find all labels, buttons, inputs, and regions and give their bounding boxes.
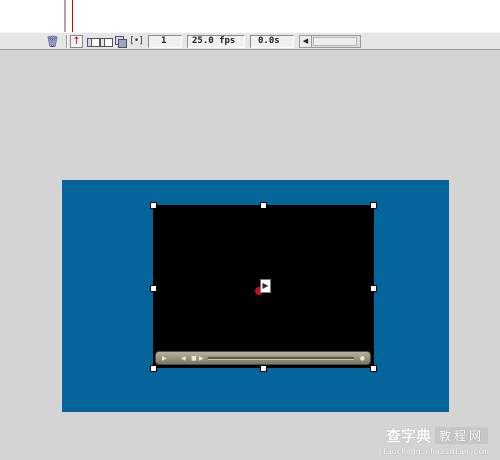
watermark: 查字典 教程网 jiaocheng.chazidian.com xyxy=(377,425,488,456)
transform-handle-top-center[interactable] xyxy=(260,202,267,209)
video-skin-controlbar: ▶ ◀ ■ ▶ ● xyxy=(155,351,371,365)
modify-onion-markers-icon[interactable]: [•] xyxy=(130,35,143,48)
transform-handle-middle-left[interactable] xyxy=(150,285,157,292)
forward-icon: ▶ xyxy=(199,355,204,362)
pasteboard: ▶ ▶ ◀ ■ ▶ ● 查字典 教程网 jiaocheng.chazidian.… xyxy=(0,50,500,460)
transform-handle-top-right[interactable] xyxy=(370,202,377,209)
separator xyxy=(66,35,68,48)
edit-multiple-frames-icon[interactable] xyxy=(114,35,127,48)
elapsed-time-readout: 0.0s xyxy=(250,35,294,48)
transform-handle-bottom-left[interactable] xyxy=(150,365,157,372)
flv-playback-component[interactable]: ▶ ▶ ◀ ■ ▶ ● xyxy=(153,205,374,368)
timeline-horizontal-scrollbar[interactable]: ◀ xyxy=(299,35,361,48)
transform-handle-top-left[interactable] xyxy=(150,202,157,209)
current-frame-readout: 1 xyxy=(148,35,182,48)
trash-icon[interactable]: 🗑 xyxy=(46,35,60,48)
watermark-subtitle: 教程网 xyxy=(434,427,488,444)
watermark-brand: 查字典 xyxy=(385,427,431,445)
timeline-statusbar: 🗑 ↑ [•] 1 25.0 fps 0.0s ◀ xyxy=(0,32,500,50)
scroll-left-arrow-icon[interactable]: ◀ xyxy=(300,36,312,47)
timeline-area[interactable] xyxy=(0,0,500,32)
play-icon: ▶ xyxy=(162,355,167,362)
layer-panel-divider[interactable] xyxy=(64,0,66,32)
stop-icon: ■ xyxy=(191,355,197,362)
transform-handle-bottom-right[interactable] xyxy=(370,365,377,372)
seek-bar xyxy=(208,357,354,360)
transform-handle-middle-right[interactable] xyxy=(370,285,377,292)
stage[interactable]: ▶ ▶ ◀ ■ ▶ ● xyxy=(62,180,449,412)
scroll-thumb[interactable] xyxy=(313,37,357,46)
frame-rate-readout[interactable]: 25.0 fps xyxy=(187,35,245,48)
onion-skin-outlines-icon[interactable] xyxy=(99,35,113,48)
transform-handle-bottom-center[interactable] xyxy=(260,365,267,372)
onion-skin-icon[interactable] xyxy=(86,35,100,48)
flv-playback-component-icon: ▶ xyxy=(260,279,271,293)
volume-icon: ● xyxy=(359,355,365,362)
center-frame-icon[interactable]: ↑ xyxy=(70,35,83,48)
watermark-url: jiaocheng.chazidian.com xyxy=(377,447,488,456)
playhead[interactable] xyxy=(72,0,73,32)
back-icon: ◀ xyxy=(181,355,186,362)
